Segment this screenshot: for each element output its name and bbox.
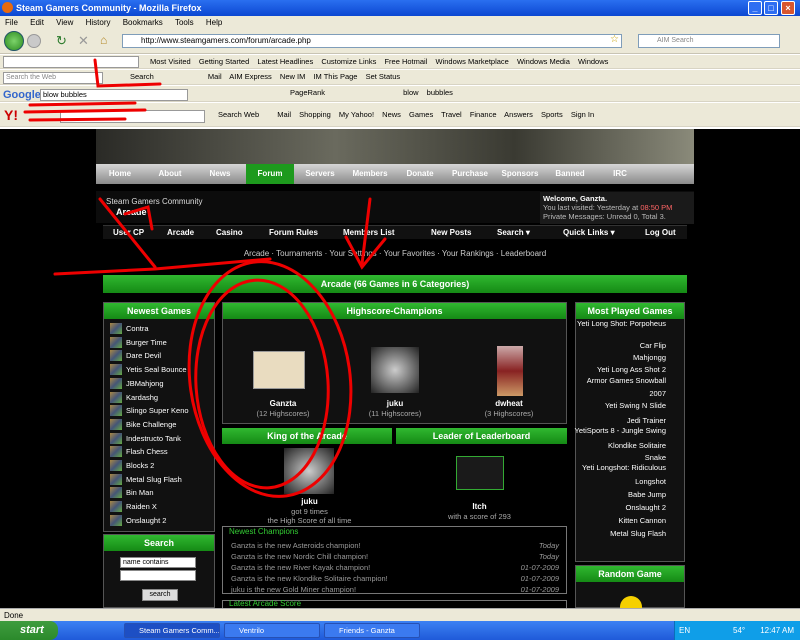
clock: 12:47 AM	[760, 626, 794, 635]
annotation-strike-1	[28, 101, 137, 107]
system-tray: EN 54° 12:47 AM	[674, 621, 800, 640]
annotation-strike-2	[23, 108, 147, 114]
task-steam-friends[interactable]: Friends - Ganzta	[324, 623, 420, 638]
annotation-arrow-left-head	[123, 205, 154, 231]
toolbar-annotation-overlay	[23, 58, 162, 122]
annotation-strike-3	[28, 117, 127, 122]
task-firefox[interactable]: Steam Gamers Comm...	[124, 623, 220, 638]
task-ventrilo[interactable]: Ventrilo	[224, 623, 320, 638]
status-bar: Done	[0, 608, 800, 621]
annotation-underline-bookmarks	[93, 58, 162, 88]
start-button[interactable]: start	[0, 621, 58, 640]
weather-temperature: 54°	[733, 626, 746, 635]
web-page: Home About News Forum Servers Members Do…	[0, 129, 800, 608]
language-indicator[interactable]: EN	[679, 621, 690, 640]
annotation-circle-inner	[194, 278, 330, 490]
annotation-circle-outer	[187, 260, 353, 498]
red-annotation-overlay	[53, 197, 387, 498]
annotation-arrow-right	[360, 197, 372, 266]
annotation-arrow-left	[98, 197, 157, 269]
